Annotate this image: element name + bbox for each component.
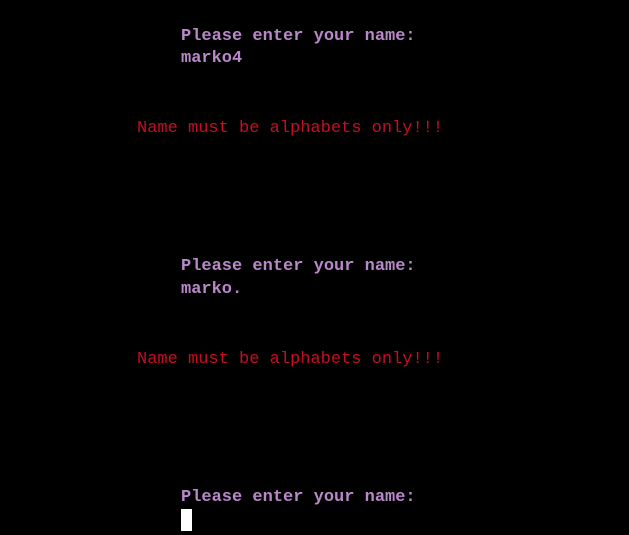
text-cursor [181, 509, 192, 531]
name-prompt: Please enter your name: [181, 257, 416, 276]
name-prompt: Please enter your name: [181, 488, 416, 507]
validation-error: Name must be alphabets only!!! [137, 119, 444, 138]
name-input-echo: marko. [181, 280, 243, 299]
terminal-window[interactable]: Please enter your name: marko4 Name must… [0, 0, 629, 535]
validation-error: Name must be alphabets only!!! [137, 350, 444, 369]
name-input-echo: marko4 [181, 49, 243, 68]
name-prompt: Please enter your name: [181, 27, 416, 46]
